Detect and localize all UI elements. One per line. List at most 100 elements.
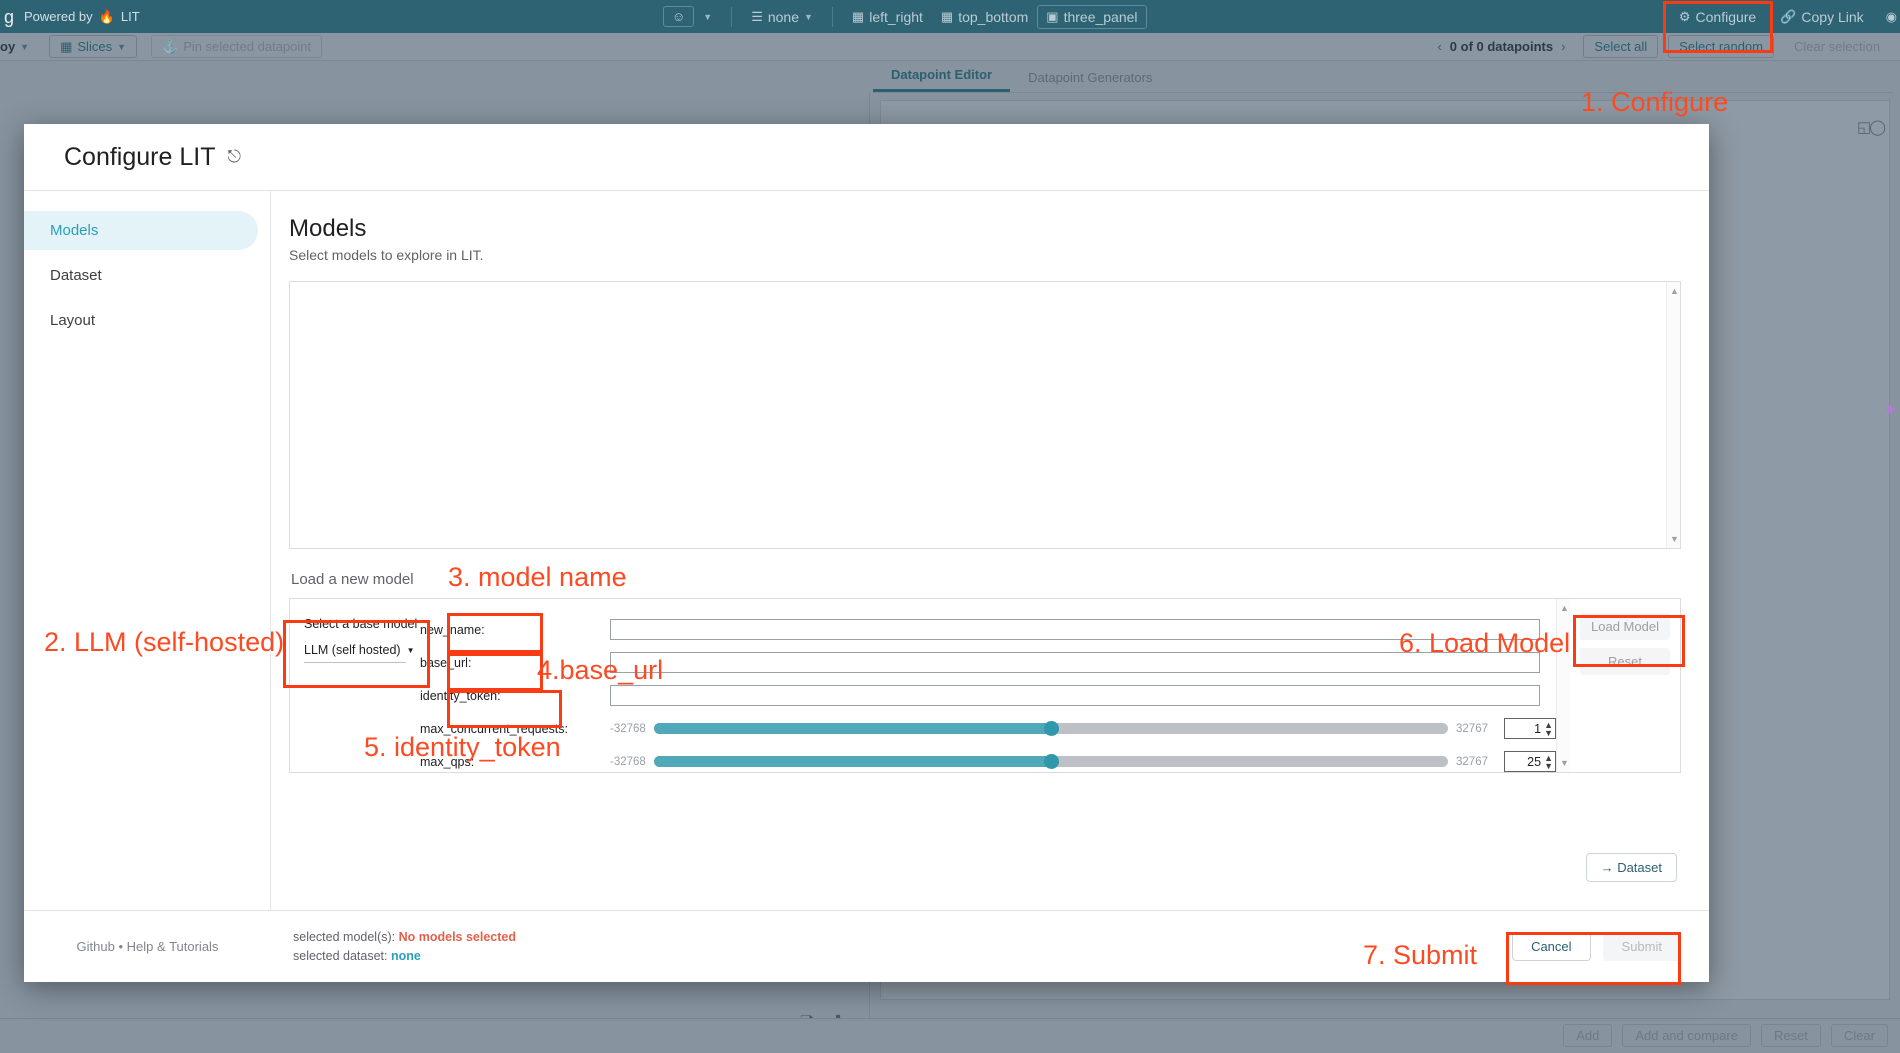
help-tutorials-link[interactable]: Help & Tutorials <box>127 939 219 954</box>
flame-icon: 🔥 <box>99 9 115 25</box>
scroll-down-icon[interactable]: ▼ <box>1560 758 1569 768</box>
annotation-label-3: 3. model name <box>448 562 627 593</box>
annotation-label-6: 6. Load Model <box>1399 628 1570 659</box>
footer-buttons: Cancel Submit <box>1512 932 1709 961</box>
max-concurrent-requests-slider[interactable]: -32768 32767 <box>610 723 1488 735</box>
configure-button[interactable]: ⚙ Configure <box>1670 5 1765 29</box>
chevron-down-icon: ▼ <box>703 12 712 22</box>
chevron-down-icon: ▼ <box>804 12 813 22</box>
slider-track[interactable] <box>654 723 1448 734</box>
open-in-new-icon[interactable]: ⎋ <box>227 147 240 167</box>
scroll-up-icon[interactable]: ▲ <box>1560 603 1569 613</box>
layout-left-right-button[interactable]: ▦ left_right <box>843 5 932 29</box>
cancel-button[interactable]: Cancel <box>1512 932 1590 961</box>
help-button[interactable]: ◉ <box>1877 6 1900 27</box>
panel-tab-bar: Datapoint Editor Datapoint Generators <box>873 61 1893 93</box>
add-and-compare-button[interactable]: Add and compare <box>1622 1024 1751 1047</box>
field-row-max-concurrent-requests: max_concurrent_requests: -32768 32767 <box>420 712 1556 745</box>
tab-datapoint-editor[interactable]: Datapoint Editor <box>873 61 1010 92</box>
max-qps-slider[interactable]: -32768 32767 <box>610 756 1488 768</box>
slider-fill <box>654 756 1051 767</box>
content-heading: Models <box>289 215 1681 243</box>
add-button[interactable]: Add <box>1563 1024 1612 1047</box>
loader-scrollbar[interactable]: ▲ ▼ <box>1556 599 1570 772</box>
sidebar-item-dataset[interactable]: Dataset <box>24 256 258 295</box>
base-model-value: LLM (self hosted) <box>304 643 401 657</box>
configure-lit-dialog: Configure LIT ⎋ Models Dataset Layout Mo… <box>24 124 1709 982</box>
layout-top-bottom-label: top_bottom <box>958 9 1028 25</box>
compare-by-dropdown[interactable]: oy ▼ <box>0 36 39 57</box>
copy-link-label: Copy Link <box>1801 9 1863 25</box>
screen: g Powered by 🔥 LIT ☺ ▼ ☰ none ▼ ▦ left_r… <box>0 0 1900 1053</box>
pin-datapoint-button[interactable]: ⚓ Pin selected datapoint <box>151 35 322 58</box>
clear-button[interactable]: Clear <box>1831 1024 1888 1047</box>
layout-three-panel-button[interactable]: ▣ three_panel <box>1037 5 1146 29</box>
reset-button[interactable]: Reset <box>1761 1024 1821 1047</box>
page-title: Configure LIT <box>64 143 215 172</box>
github-link[interactable]: Github <box>77 939 115 954</box>
selected-dataset-label: selected dataset: <box>293 949 388 963</box>
field-row-max-qps: max_qps: -32768 32767 25 <box>420 745 1556 778</box>
dialog-sidebar: Models Dataset Layout <box>24 191 271 910</box>
slider-knob[interactable] <box>1044 754 1059 769</box>
loader-actions: Load Model Reset <box>1570 599 1680 772</box>
submit-button[interactable]: Submit <box>1603 932 1681 961</box>
slices-button[interactable]: ▦ Slices ▼ <box>49 35 137 58</box>
layout-top-bottom-button[interactable]: ▦ top_bottom <box>932 5 1037 29</box>
max-concurrent-requests-stepper[interactable]: 1 ▲▼ <box>1504 718 1556 739</box>
sidebar-item-models[interactable]: Models <box>24 211 258 250</box>
chevron-down-icon: ▼ <box>117 42 126 52</box>
global-settings-button[interactable]: ☺ <box>663 6 694 27</box>
configure-label: Configure <box>1696 9 1757 25</box>
base-model-label: Select a base model <box>304 617 406 631</box>
stepper-spin-icon[interactable]: ▲▼ <box>1544 754 1553 770</box>
google-logo: g <box>4 8 14 26</box>
model-list-scrollbar[interactable]: ▲ ▼ <box>1666 282 1680 548</box>
next-step-row: → Dataset <box>289 853 1681 882</box>
dialog-body: Models Dataset Layout Models Select mode… <box>24 190 1709 910</box>
footer-separator: • <box>118 939 123 954</box>
slider-knob[interactable] <box>1044 721 1059 736</box>
base-model-dropdown[interactable]: LLM (self hosted) ▼ <box>304 643 406 663</box>
scroll-down-icon[interactable]: ▼ <box>1670 534 1679 544</box>
selected-dataset-value: none <box>391 949 421 963</box>
select-random-button[interactable]: Select random <box>1668 35 1774 58</box>
new-name-label: new_name: <box>420 623 610 637</box>
slices-label: Slices <box>77 39 112 54</box>
clear-selection-label: Clear selection <box>1794 39 1880 54</box>
global-settings-caret[interactable]: ▼ <box>694 8 721 26</box>
model-list-box[interactable]: ▲ ▼ <box>289 281 1681 549</box>
identity-token-input[interactable] <box>610 685 1540 706</box>
max-qps-stepper[interactable]: 25 ▲▼ <box>1504 751 1556 772</box>
link-icon: 🔗 <box>1780 10 1796 23</box>
slices-icon: ▦ <box>60 40 72 53</box>
powered-by-label: Powered by <box>24 9 93 24</box>
grid-icon: ▦ <box>941 10 953 23</box>
selection-toolbar: oy ▼ ▦ Slices ▼ ⚓ Pin selected datapoint… <box>0 33 1900 61</box>
next-dataset-button[interactable]: → Dataset <box>1586 853 1677 882</box>
robot-icon: ☺ <box>672 10 685 23</box>
annotation-label-1: 1. Configure <box>1581 87 1728 118</box>
tab-datapoint-generators[interactable]: Datapoint Generators <box>1010 64 1170 92</box>
slider-track[interactable] <box>654 756 1448 767</box>
slider-min-value: -32768 <box>610 756 646 768</box>
slider-max-value: 32767 <box>1456 723 1488 735</box>
load-model-button[interactable]: Load Model <box>1580 613 1670 640</box>
app-brand: g Powered by 🔥 LIT <box>0 8 140 26</box>
lit-brand-label: LIT <box>121 9 140 24</box>
sidebar-item-layout[interactable]: Layout <box>24 301 258 340</box>
expand-icon[interactable]: ◱◯ <box>1857 118 1884 136</box>
clear-selection-button[interactable]: Clear selection <box>1784 36 1890 57</box>
stepper-spin-icon[interactable]: ▲▼ <box>1544 721 1553 737</box>
loader-reset-button[interactable]: Reset <box>1580 648 1670 675</box>
pin-datapoint-label: Pin selected datapoint <box>183 39 311 54</box>
chevron-right-icon: › <box>1561 39 1565 54</box>
select-all-button[interactable]: Select all <box>1583 35 1658 58</box>
bottom-action-bar: Add Add and compare Reset Clear <box>1563 1024 1888 1047</box>
scroll-up-icon[interactable]: ▲ <box>1670 286 1679 296</box>
datapoint-prev-button[interactable]: ‹ 0 of 0 datapoints › <box>1427 36 1575 57</box>
compare-none-dropdown[interactable]: ☰ none ▼ <box>742 5 822 29</box>
content-subheading: Select models to explore in LIT. <box>289 247 1681 263</box>
copy-link-button[interactable]: 🔗 Copy Link <box>1771 5 1872 29</box>
selected-models-label: selected model(s): <box>293 930 395 944</box>
